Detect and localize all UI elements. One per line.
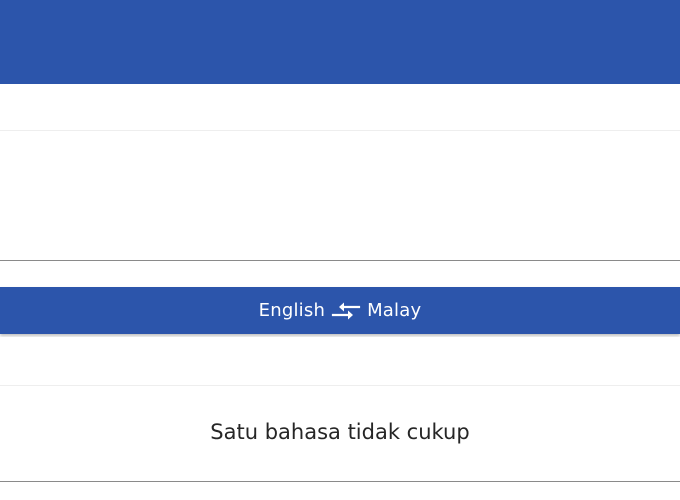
language-selector-bar[interactable]: English Malay <box>0 287 680 334</box>
app-header <box>0 0 680 84</box>
translator-page: English Malay Satu bahasa tidak cukup <box>0 0 680 500</box>
source-toolbar <box>0 84 680 131</box>
source-language-label[interactable]: English <box>259 300 325 321</box>
swap-arrows-icon[interactable] <box>331 299 361 323</box>
target-toolbar <box>0 337 680 386</box>
translation-text: Satu bahasa tidak cukup <box>210 420 470 444</box>
target-language-label[interactable]: Malay <box>367 300 421 321</box>
source-text-input[interactable] <box>0 131 680 261</box>
translation-output: Satu bahasa tidak cukup <box>0 386 680 482</box>
